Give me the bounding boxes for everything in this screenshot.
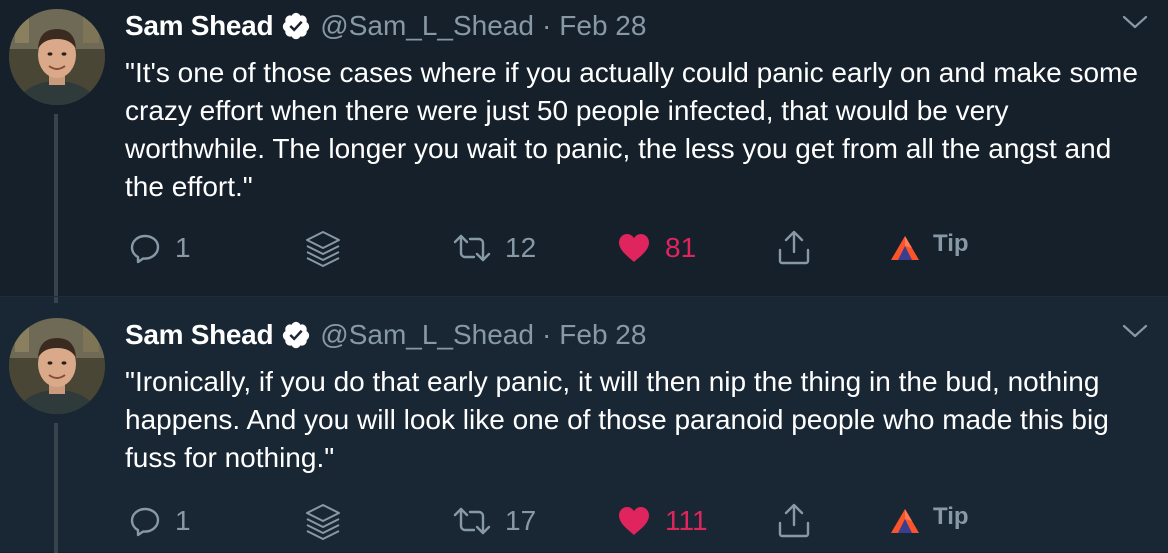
author-handle[interactable]: @Sam_L_Shead: [320, 10, 534, 42]
brave-tip-icon: [891, 236, 919, 260]
retweet-button[interactable]: 17: [453, 501, 536, 541]
reply-count: 1: [175, 505, 191, 536]
chevron-down-icon[interactable]: [1122, 14, 1148, 30]
tweet-text: "It's one of those cases where if you ac…: [125, 57, 1138, 202]
reply-icon: [130, 234, 160, 264]
retweet-count: 12: [505, 232, 537, 263]
heart-icon: [619, 234, 649, 262]
reply-count: 1: [175, 232, 191, 263]
separator-dot: ·: [541, 319, 552, 350]
like-count: 81: [665, 232, 697, 263]
tip-button[interactable]: Tip: [889, 228, 969, 268]
like-button[interactable]: 81: [617, 228, 696, 268]
author-name[interactable]: Sam Shead: [125, 10, 274, 42]
verified-badge-icon: [283, 12, 310, 40]
avatar[interactable]: [9, 318, 105, 414]
tip-label: Tip: [933, 503, 969, 530]
chevron-down-icon[interactable]: [1122, 323, 1148, 339]
verified-badge-icon: [283, 321, 310, 349]
author-name[interactable]: Sam Shead: [125, 319, 274, 351]
thread-line: [54, 114, 58, 296]
share-button[interactable]: [777, 228, 811, 268]
like-button[interactable]: 111: [617, 501, 708, 541]
tweet[interactable]: Sam Shead @Sam_L_Shead · Feb 28 "It's on…: [0, 0, 1168, 296]
like-count: 111: [665, 505, 708, 536]
layers-button[interactable]: [303, 501, 343, 541]
tweet-header: Sam Shead @Sam_L_Shead · Feb 28: [125, 6, 646, 46]
reply-button[interactable]: 1: [129, 228, 191, 268]
avatar[interactable]: [9, 9, 105, 105]
tweet-date[interactable]: Feb 28: [559, 10, 646, 42]
author-handle[interactable]: @Sam_L_Shead: [320, 319, 534, 351]
retweet-icon: [453, 234, 491, 262]
tip-button[interactable]: Tip: [889, 501, 969, 541]
brave-tip-icon: [891, 509, 919, 533]
layers-icon: [306, 504, 340, 540]
reply-button[interactable]: 1: [129, 501, 191, 541]
retweet-button[interactable]: 12: [453, 228, 536, 268]
tweet-date[interactable]: Feb 28: [559, 319, 646, 351]
share-icon: [778, 503, 810, 538]
retweet-count: 17: [505, 505, 537, 536]
thread-line: [54, 297, 58, 303]
separator-dot: ·: [541, 10, 552, 41]
heart-icon: [619, 507, 649, 535]
tweet[interactable]: Sam Shead @Sam_L_Shead · Feb 28 "Ironica…: [0, 296, 1168, 553]
share-button[interactable]: [777, 501, 811, 541]
thread-line: [54, 423, 58, 553]
tweet-text: "Ironically, if you do that early panic,…: [125, 366, 1109, 473]
layers-icon: [306, 231, 340, 267]
reply-icon: [130, 507, 160, 537]
tweet-header: Sam Shead @Sam_L_Shead · Feb 28: [125, 315, 646, 355]
retweet-icon: [453, 507, 491, 535]
share-icon: [778, 230, 810, 265]
layers-button[interactable]: [303, 228, 343, 268]
tip-label: Tip: [933, 230, 969, 257]
